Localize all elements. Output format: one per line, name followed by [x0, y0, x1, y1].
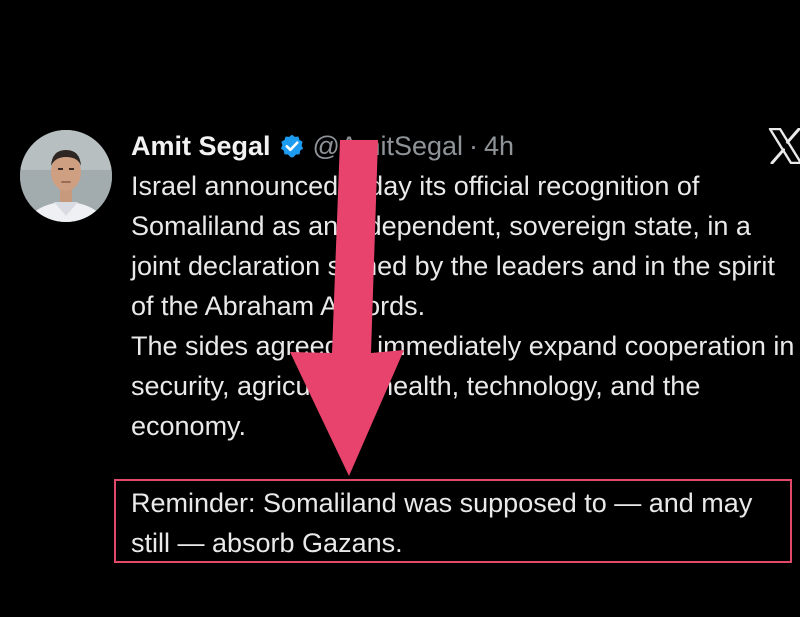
- tweet-text: Israel announced today its official reco…: [131, 166, 796, 446]
- header-separator: ·: [469, 130, 479, 161]
- tweet-paragraph: Israel announced today its official reco…: [131, 171, 775, 321]
- tweet-header: Amit Segal @AmitSegal · 4h: [131, 126, 514, 166]
- tweet-paragraph: The sides agreed to immediately expand c…: [131, 331, 795, 441]
- x-logo-icon[interactable]: [768, 127, 800, 165]
- author-handle[interactable]: @AmitSegal: [313, 131, 463, 162]
- highlighted-paragraph: Reminder: Somaliland was supposed to — a…: [131, 488, 753, 558]
- tweet-timestamp[interactable]: 4h: [484, 131, 514, 162]
- author-display-name[interactable]: Amit Segal: [131, 131, 271, 162]
- avatar-photo: [20, 130, 112, 222]
- avatar[interactable]: [20, 130, 112, 222]
- verified-badge-icon: [279, 133, 305, 159]
